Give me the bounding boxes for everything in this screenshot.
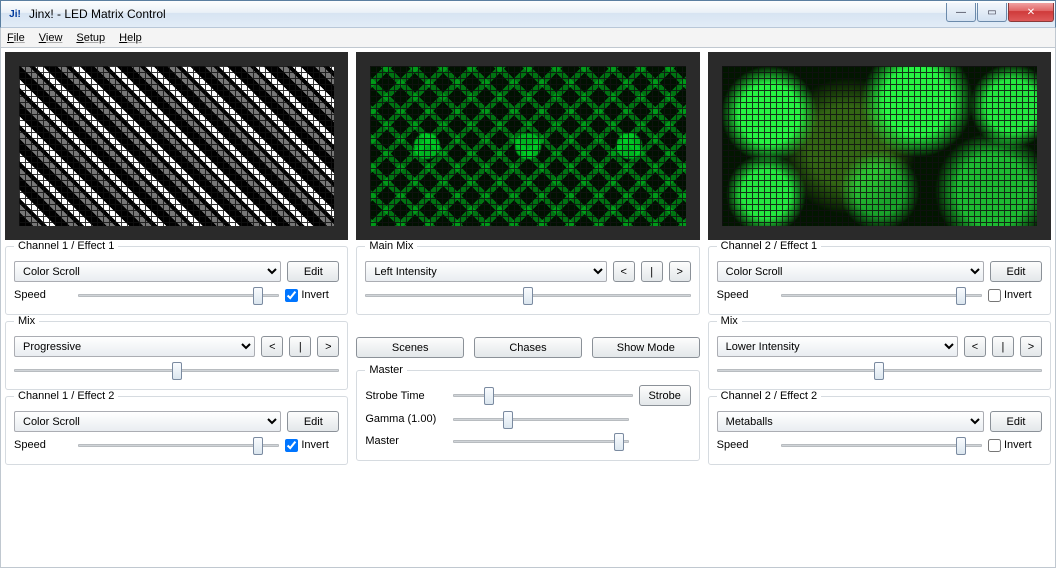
close-button[interactable]: ✕ — [1008, 3, 1054, 22]
mainmix-pause[interactable]: | — [641, 261, 663, 282]
mix-pause-ch1[interactable]: | — [289, 336, 311, 357]
invert-label-ch1e2: Invert — [301, 439, 329, 451]
strobe-time-slider[interactable] — [453, 387, 632, 405]
edit-ch2-effect2[interactable]: Edit — [990, 411, 1042, 432]
mainmix-slider[interactable] — [365, 286, 690, 304]
label-ch2-mix: Mix — [717, 315, 742, 327]
label-ch2-effect1: Channel 2 / Effect 1 — [717, 240, 821, 252]
label-ch1-effect2: Channel 1 / Effect 2 — [14, 390, 118, 402]
mix-prev-ch2[interactable]: < — [964, 336, 986, 357]
speed-label-ch2e2: Speed — [717, 439, 775, 451]
speed-slider-ch2e2[interactable] — [781, 436, 982, 454]
group-ch2-effect2: Channel 2 / Effect 2 Metaballs Edit Spee… — [708, 396, 1051, 465]
label-ch1-mix: Mix — [14, 315, 39, 327]
mix-prev-ch1[interactable]: < — [261, 336, 283, 357]
mix-slider-ch1[interactable] — [14, 361, 339, 379]
column-center: Main Mix Left Intensity < | > Scenes Cha… — [356, 52, 699, 563]
mainmix-next[interactable]: > — [669, 261, 691, 282]
mix-slider-ch2[interactable] — [717, 361, 1042, 379]
combo-mainmix[interactable]: Left Intensity — [365, 261, 606, 282]
edit-ch1-effect2[interactable]: Edit — [287, 411, 339, 432]
mix-next-ch2[interactable]: > — [1020, 336, 1042, 357]
app-icon: Ji! — [7, 6, 23, 22]
group-ch1-mix: Mix Progressive < | > — [5, 321, 348, 390]
group-ch1-effect1: Channel 1 / Effect 1 Color Scroll Edit S… — [5, 246, 348, 315]
mix-pause-ch2[interactable]: | — [992, 336, 1014, 357]
invert-check-ch2e2[interactable] — [988, 439, 1001, 452]
label-ch1-effect1: Channel 1 / Effect 1 — [14, 240, 118, 252]
showmode-button[interactable]: Show Mode — [592, 337, 700, 358]
group-master: Master Strobe Time Strobe Gamma (1.00) M… — [356, 370, 699, 461]
column-left: Channel 1 / Effect 1 Color Scroll Edit S… — [5, 52, 348, 563]
mainmix-prev[interactable]: < — [613, 261, 635, 282]
strobe-time-label: Strobe Time — [365, 390, 447, 402]
speed-slider-ch1e1[interactable] — [78, 286, 279, 304]
label-mainmix: Main Mix — [365, 240, 417, 252]
preview-channel-2 — [708, 52, 1051, 240]
menu-help[interactable]: Help — [119, 32, 142, 44]
invert-label-ch1e1: Invert — [301, 289, 329, 301]
label-ch2-effect2: Channel 2 / Effect 2 — [717, 390, 821, 402]
menu-setup[interactable]: Setup — [76, 32, 105, 44]
invert-check-ch2e1[interactable] — [988, 289, 1001, 302]
combo-ch1-mix[interactable]: Progressive — [14, 336, 255, 357]
preview-main-mix — [356, 52, 699, 240]
combo-ch2-mix[interactable]: Lower Intensity — [717, 336, 958, 357]
mix-next-ch1[interactable]: > — [317, 336, 339, 357]
maximize-button[interactable]: ▭ — [977, 3, 1007, 22]
menubar: File View Setup Help — [0, 28, 1056, 48]
group-ch2-mix: Mix Lower Intensity < | > — [708, 321, 1051, 390]
scenes-button[interactable]: Scenes — [356, 337, 464, 358]
combo-ch1-effect2[interactable]: Color Scroll — [14, 411, 281, 432]
menu-file[interactable]: File — [7, 32, 25, 44]
master-slider[interactable] — [453, 432, 628, 450]
combo-ch1-effect1[interactable]: Color Scroll — [14, 261, 281, 282]
label-master: Master — [365, 364, 407, 376]
center-button-row: Scenes Chases Show Mode — [356, 337, 699, 358]
preview-channel-1 — [5, 52, 348, 240]
invert-check-ch1e2[interactable] — [285, 439, 298, 452]
edit-ch1-effect1[interactable]: Edit — [287, 261, 339, 282]
speed-label-ch1e1: Speed — [14, 289, 72, 301]
invert-check-ch1e1[interactable] — [285, 289, 298, 302]
gamma-label: Gamma (1.00) — [365, 413, 447, 425]
master-level-label: Master — [365, 435, 447, 447]
titlebar: Ji! Jinx! - LED Matrix Control — ▭ ✕ — [0, 0, 1056, 28]
chases-button[interactable]: Chases — [474, 337, 582, 358]
invert-label-ch2e2: Invert — [1004, 439, 1032, 451]
speed-slider-ch1e2[interactable] — [78, 436, 279, 454]
speed-slider-ch2e1[interactable] — [781, 286, 982, 304]
minimize-button[interactable]: — — [946, 3, 976, 22]
group-ch1-effect2: Channel 1 / Effect 2 Color Scroll Edit S… — [5, 396, 348, 465]
strobe-button[interactable]: Strobe — [639, 385, 691, 406]
speed-label-ch2e1: Speed — [717, 289, 775, 301]
invert-label-ch2e1: Invert — [1004, 289, 1032, 301]
speed-label-ch1e2: Speed — [14, 439, 72, 451]
combo-ch2-effect2[interactable]: Metaballs — [717, 411, 984, 432]
edit-ch2-effect1[interactable]: Edit — [990, 261, 1042, 282]
menu-view[interactable]: View — [39, 32, 63, 44]
group-ch2-effect1: Channel 2 / Effect 1 Color Scroll Edit S… — [708, 246, 1051, 315]
window-title: Jinx! - LED Matrix Control — [29, 7, 166, 21]
column-right: Channel 2 / Effect 1 Color Scroll Edit S… — [708, 52, 1051, 563]
group-mainmix: Main Mix Left Intensity < | > — [356, 246, 699, 315]
combo-ch2-effect1[interactable]: Color Scroll — [717, 261, 984, 282]
workspace: Channel 1 / Effect 1 Color Scroll Edit S… — [0, 48, 1056, 568]
gamma-slider[interactable] — [453, 410, 628, 428]
